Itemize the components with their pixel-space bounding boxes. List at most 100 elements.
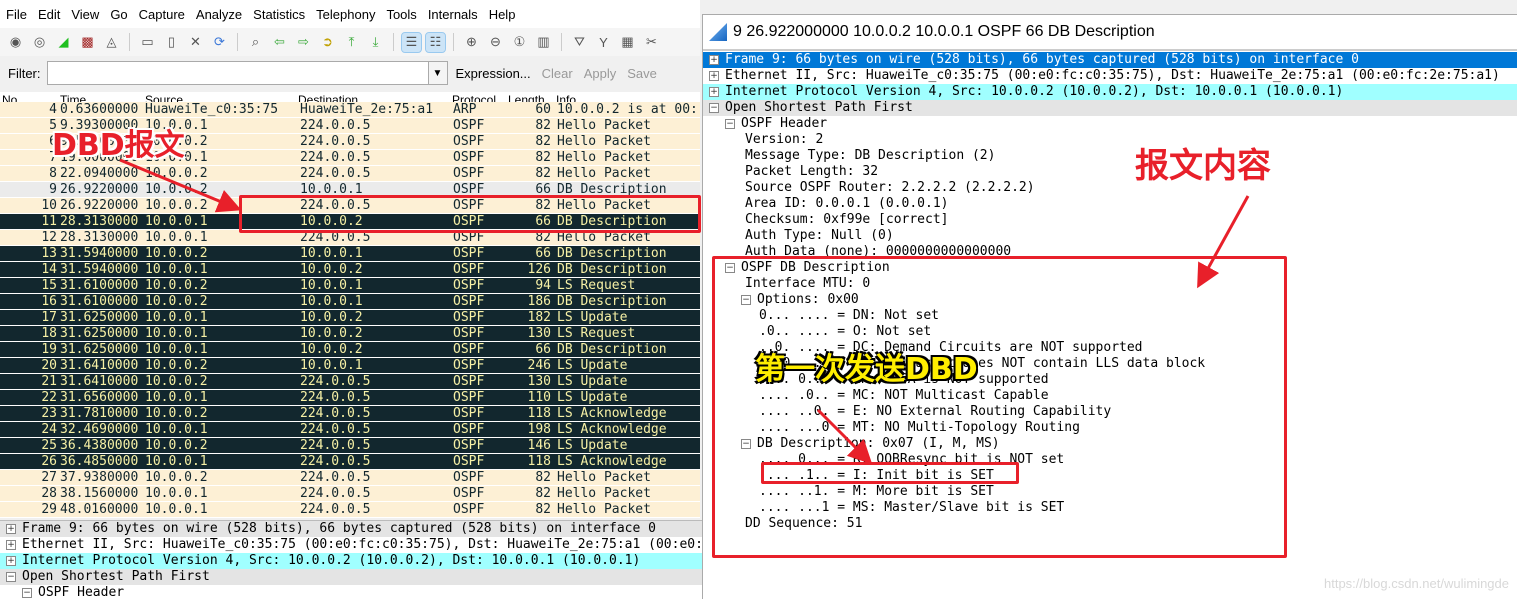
tree-item[interactable]: Message Type: DB Description (2) xyxy=(703,148,1517,164)
expand-icon[interactable]: + xyxy=(709,87,719,97)
collapse-icon[interactable]: − xyxy=(22,588,32,598)
find-icon[interactable]: ⌕ xyxy=(246,33,265,52)
first-packet-icon[interactable]: ⤒ xyxy=(342,33,361,52)
expand-icon[interactable]: + xyxy=(709,71,719,81)
display-filters-icon[interactable]: Y xyxy=(594,33,613,52)
collapse-icon[interactable]: − xyxy=(725,263,735,273)
tree-item[interactable]: Auth Data (none): 0000000000000000 xyxy=(703,244,1517,260)
tree-item[interactable]: Auth Type: Null (0) xyxy=(703,228,1517,244)
tree-item[interactable]: .... 0... = R: OOBResync bit is NOT set xyxy=(703,452,1517,468)
menu-edit[interactable]: Edit xyxy=(38,7,60,22)
packet-row[interactable]: 8 22.0940000 10.0.0.2 224.0.0.5 OSPF 82 Hello … xyxy=(0,166,700,182)
zoom-in-icon[interactable]: ⊕ xyxy=(462,33,481,52)
tree-item[interactable]: .... ...1 = MS: Master/Slave bit is SET xyxy=(703,500,1517,516)
packet-row[interactable]: 15 31.6100000 10.0.0.2 10.0.0.1 OSPF 94 LS Req… xyxy=(0,278,700,294)
packet-row[interactable]: 13 31.5940000 10.0.0.2 10.0.0.1 OSPF 66 DB Des… xyxy=(0,246,700,262)
packet-row[interactable]: 9 26.9220000 10.0.0.2 10.0.0.1 OSPF 66 DB Desc… xyxy=(0,182,700,198)
tree-item[interactable]: .... 0... = NP: NSSA is NOT supported xyxy=(703,372,1517,388)
tree-item[interactable]: .... ..1. = M: More bit is SET xyxy=(703,484,1517,500)
filter-dropdown-button[interactable]: ▼ xyxy=(428,61,448,85)
menu-tools[interactable]: Tools xyxy=(386,7,416,22)
tree-item[interactable]: + Frame 9: 66 bytes on wire (528 bits), 6… xyxy=(703,52,1517,68)
goto-icon[interactable]: ➲ xyxy=(318,33,337,52)
packet-row[interactable]: 27 37.9380000 10.0.0.2 224.0.0.5 OSPF 82 Hello… xyxy=(0,470,700,486)
tree-item[interactable]: Checksum: 0xf99e [correct] xyxy=(703,212,1517,228)
packet-row[interactable]: 21 31.6410000 10.0.0.2 224.0.0.5 OSPF 130 LS U… xyxy=(0,374,700,390)
tree-item[interactable]: + Frame 9: 66 bytes on wire (528 bits), 6… xyxy=(0,521,702,537)
tree-item[interactable]: − OSPF DB Description xyxy=(703,260,1517,276)
open-file-icon[interactable]: ▭ xyxy=(138,33,157,52)
tree-item[interactable]: DD Sequence: 51 xyxy=(703,516,1517,532)
save-button[interactable]: Save xyxy=(627,66,657,81)
menu-file[interactable]: File xyxy=(6,7,27,22)
collapse-icon[interactable]: − xyxy=(725,119,735,129)
tree-item[interactable]: − OSPF Header xyxy=(703,116,1517,132)
tree-item[interactable]: .... .1.. = I: Init bit is SET xyxy=(703,468,1517,484)
colorize-icon[interactable]: ☰ xyxy=(401,31,422,53)
tree-item[interactable]: + Internet Protocol Version 4, Src: 10.0.… xyxy=(703,84,1517,100)
save-file-icon[interactable]: ▯ xyxy=(162,33,181,52)
back-icon[interactable]: ⇦ xyxy=(270,33,289,52)
menu-help[interactable]: Help xyxy=(489,7,516,22)
interfaces-icon[interactable]: ◉ xyxy=(6,33,25,52)
packet-row[interactable]: 29 48.0160000 10.0.0.1 224.0.0.5 OSPF 82 Hello… xyxy=(0,502,700,518)
tree-item[interactable]: .... ..0. = E: NO External Routing Capab… xyxy=(703,404,1517,420)
tree-item[interactable]: .0.. .... = O: Not set xyxy=(703,324,1517,340)
expand-icon[interactable]: + xyxy=(6,556,16,566)
expression-button[interactable]: Expression... xyxy=(456,66,531,81)
collapse-icon[interactable]: − xyxy=(741,295,751,305)
clear-button[interactable]: Clear xyxy=(542,66,573,81)
packet-row[interactable]: 20 31.6410000 10.0.0.2 10.0.0.1 OSPF 246 LS Up… xyxy=(0,358,700,374)
packet-row[interactable]: 17 31.6250000 10.0.0.1 10.0.0.2 OSPF 182 LS Up… xyxy=(0,310,700,326)
capture-filters-icon[interactable]: ⛛ xyxy=(570,33,589,52)
menu-go[interactable]: Go xyxy=(110,7,127,22)
menu-internals[interactable]: Internals xyxy=(428,7,478,22)
menu-telephony[interactable]: Telephony xyxy=(316,7,375,22)
close-file-icon[interactable]: ✕ xyxy=(186,33,205,52)
packet-row[interactable]: 28 38.1560000 10.0.0.1 224.0.0.5 OSPF 82 Hello… xyxy=(0,486,700,502)
tree-item[interactable]: Interface MTU: 0 xyxy=(703,276,1517,292)
tree-item[interactable]: .... ...0 = MT: NO Multi-Topology Routin… xyxy=(703,420,1517,436)
packet-list[interactable]: No. Time Source Destination Protocol Length In… xyxy=(0,92,700,518)
reload-icon[interactable]: ⟳ xyxy=(210,33,229,52)
autoscroll-icon[interactable]: ☷ xyxy=(425,31,446,53)
packet-row[interactable]: 5 9.39300000 10.0.0.1 224.0.0.5 OSPF 82 Hello … xyxy=(0,118,700,134)
packet-row[interactable]: 24 32.4690000 10.0.0.1 224.0.0.5 OSPF 198 LS A… xyxy=(0,422,700,438)
tree-item[interactable]: + Internet Protocol Version 4, Src: 10.0.… xyxy=(0,553,702,569)
packet-row[interactable]: 26 36.4850000 10.0.0.1 224.0.0.5 OSPF 118 LS A… xyxy=(0,454,700,470)
packet-row[interactable]: 12 28.3130000 10.0.0.1 224.0.0.5 OSPF 82 Hello… xyxy=(0,230,700,246)
tree-item[interactable]: − Options: 0x00 xyxy=(703,292,1517,308)
start-capture-icon[interactable]: ◢ xyxy=(54,33,73,52)
coloring-rules-icon[interactable]: ▦ xyxy=(618,33,637,52)
restart-capture-icon[interactable]: ◬ xyxy=(102,33,121,52)
filter-input[interactable] xyxy=(46,61,429,85)
expand-icon[interactable]: + xyxy=(6,540,16,550)
tree-item[interactable]: − DB Description: 0x07 (I, M, MS) xyxy=(703,436,1517,452)
tree-item[interactable]: .... .0.. = MC: NOT Multicast Capable xyxy=(703,388,1517,404)
tree-item[interactable]: Source OSPF Router: 2.2.2.2 (2.2.2.2) xyxy=(703,180,1517,196)
packet-row[interactable]: 25 36.4380000 10.0.0.2 224.0.0.5 OSPF 146 LS U… xyxy=(0,438,700,454)
tree-item[interactable]: + Ethernet II, Src: HuaweiTe_c0:35:75 (00… xyxy=(703,68,1517,84)
tree-item[interactable]: Area ID: 0.0.0.1 (0.0.0.1) xyxy=(703,196,1517,212)
menu-capture[interactable]: Capture xyxy=(139,7,185,22)
tree-item[interactable]: + Ethernet II, Src: HuaweiTe_c0:35:75 (00… xyxy=(0,537,702,553)
collapse-icon[interactable]: − xyxy=(741,439,751,449)
detail-tree[interactable]: + Frame 9: 66 bytes on wire (528 bits), 6… xyxy=(703,52,1517,599)
stop-capture-icon[interactable]: ▩ xyxy=(78,33,97,52)
collapse-icon[interactable]: − xyxy=(6,572,16,582)
forward-icon[interactable]: ⇨ xyxy=(294,33,313,52)
menu-analyze[interactable]: Analyze xyxy=(196,7,242,22)
last-packet-icon[interactable]: ⤓ xyxy=(366,33,385,52)
packet-row[interactable]: 19 31.6250000 10.0.0.1 10.0.0.2 OSPF 66 DB Des… xyxy=(0,342,700,358)
menu-view[interactable]: View xyxy=(71,7,99,22)
expand-icon[interactable]: + xyxy=(709,55,719,65)
packet-row[interactable]: 4 0.63600000 HuaweiTe_c0:35:75 HuaweiTe_2e:… xyxy=(0,102,700,118)
packet-row[interactable]: 7 19.0000000 10.0.0.1 224.0.0.5 OSPF 82 Hello … xyxy=(0,150,700,166)
tree-item[interactable]: − Open Shortest Path First xyxy=(703,100,1517,116)
tree-item[interactable]: − OSPF Header xyxy=(0,585,702,599)
resize-columns-icon[interactable]: ▥ xyxy=(534,33,553,52)
packet-row[interactable]: 22 31.6560000 10.0.0.1 224.0.0.5 OSPF 110 LS U… xyxy=(0,390,700,406)
expand-icon[interactable]: + xyxy=(6,524,16,534)
tree-item[interactable]: Version: 2 xyxy=(703,132,1517,148)
tree-item[interactable]: − Open Shortest Path First xyxy=(0,569,702,585)
